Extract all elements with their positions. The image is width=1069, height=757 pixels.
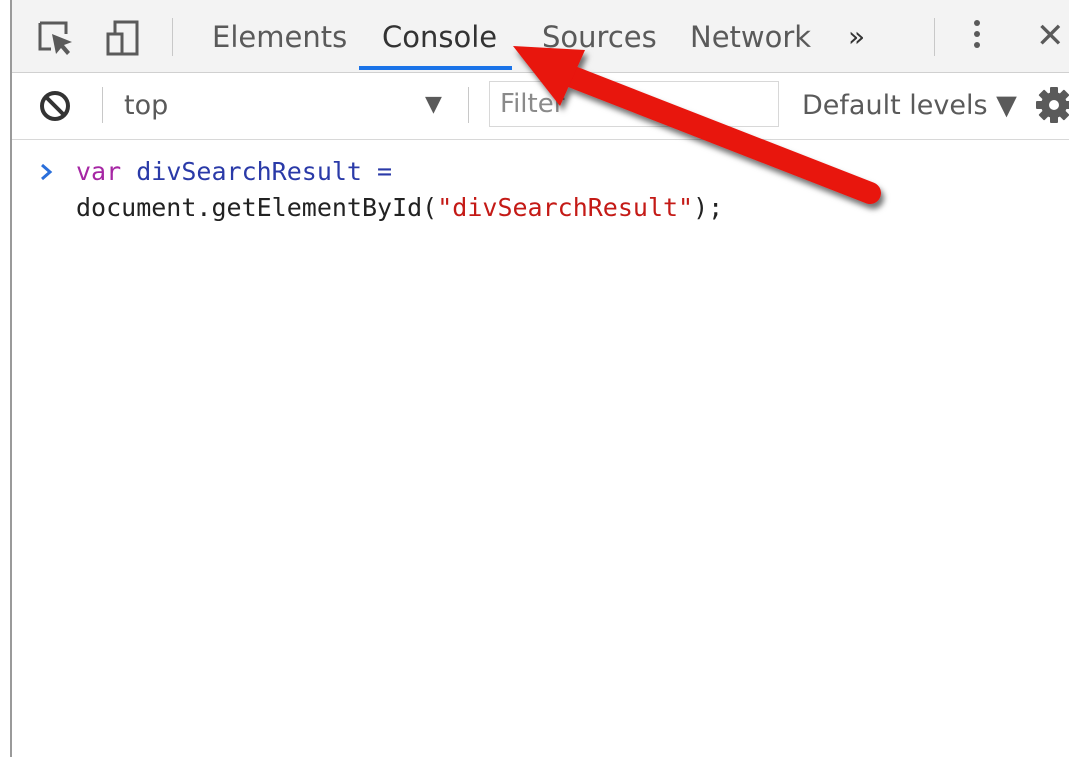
tab-sources[interactable]: Sources [542, 18, 657, 56]
code-keyword: var [76, 157, 122, 186]
toolbar-divider [102, 87, 103, 123]
log-levels-dropdown[interactable]: Default levels ▼ [802, 87, 1017, 125]
close-devtools-button[interactable]: ✕ [1036, 14, 1065, 58]
code-call-end: ); [693, 193, 724, 222]
code-identifier: divSearchResult [136, 157, 362, 186]
console-input-code[interactable]: var divSearchResult = document.getElemen… [76, 154, 723, 226]
code-call: document.getElementById( [76, 193, 438, 222]
gear-icon[interactable] [1034, 85, 1069, 125]
clear-console-icon[interactable] [37, 88, 73, 124]
code-operator: = [362, 157, 393, 186]
code-string: "divSearchResult" [437, 193, 694, 222]
console-output[interactable]: var divSearchResult = document.getElemen… [12, 140, 1069, 757]
tab-console[interactable]: Console [382, 18, 497, 56]
chevron-down-icon[interactable]: ▼ [425, 88, 442, 122]
execution-context-select[interactable]: top [124, 87, 168, 125]
filter-input[interactable] [489, 81, 779, 127]
devtools-tabbar: Elements Console Sources Network » ✕ [12, 0, 1069, 73]
more-options-icon[interactable] [970, 16, 984, 56]
tab-network[interactable]: Network [690, 18, 811, 56]
inspect-element-icon[interactable] [37, 20, 77, 56]
tabbar-divider [172, 18, 173, 56]
more-tabs-button[interactable]: » [848, 18, 865, 56]
tab-elements[interactable]: Elements [212, 18, 347, 56]
device-toolbar-icon[interactable] [105, 20, 145, 56]
tabbar-divider [934, 18, 935, 56]
active-tab-indicator [359, 66, 512, 70]
toolbar-divider [468, 87, 469, 123]
devtools-window: Elements Console Sources Network » ✕ top… [0, 0, 1069, 757]
console-toolbar: top ▼ Default levels ▼ [12, 73, 1069, 140]
chevron-right-icon [41, 163, 53, 181]
